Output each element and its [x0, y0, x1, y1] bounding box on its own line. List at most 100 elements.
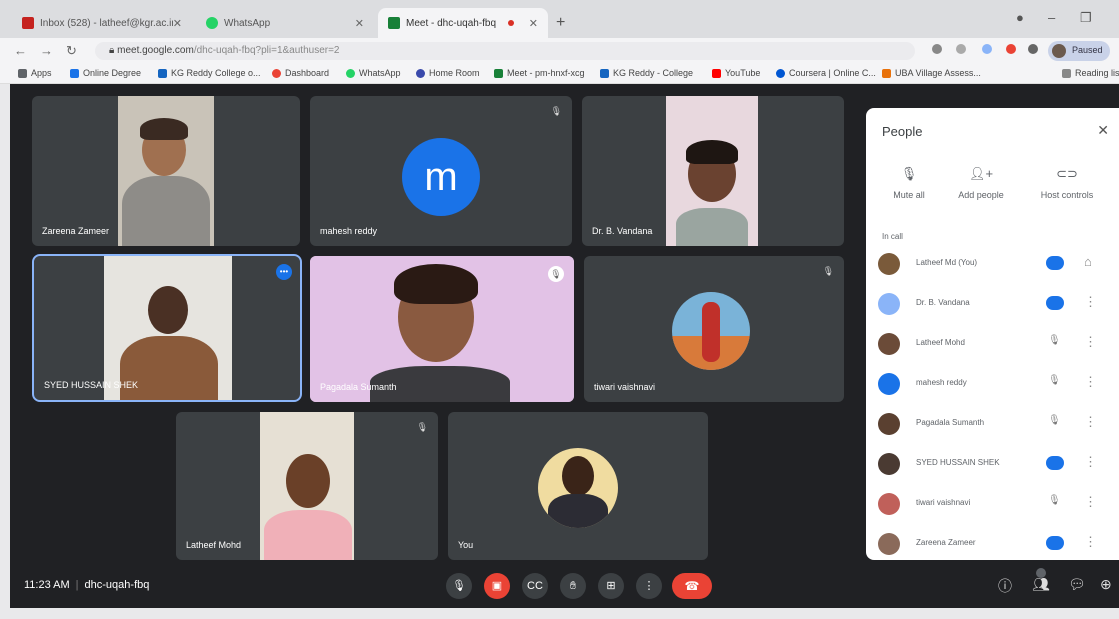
activities-icon[interactable]: ⊕: [1100, 576, 1112, 593]
avatar: [878, 413, 900, 435]
info-icon[interactable]: ⓘ: [998, 576, 1012, 596]
host-controls-icon: ⊂⊃: [1056, 166, 1078, 181]
close-tab-icon[interactable]: ✕: [355, 17, 364, 30]
bookmark-kgr-college[interactable]: KG Reddy College o...: [158, 68, 261, 78]
participant-name: Dr. B. Vandana: [916, 298, 970, 307]
account-dot-icon[interactable]: ●: [1016, 10, 1024, 25]
camera-off-button[interactable]: ▣: [484, 573, 510, 599]
avatar: [538, 448, 618, 528]
bookmark-youtube[interactable]: YouTube: [712, 68, 760, 78]
host-controls-label: Host controls: [1040, 190, 1094, 200]
whatsapp-icon: [206, 17, 218, 29]
host-controls-button[interactable]: ⊂⊃ Host controls: [1032, 166, 1102, 200]
site-icon: [600, 68, 609, 78]
extension-icon[interactable]: [982, 44, 992, 54]
participant-head: [148, 286, 188, 334]
more-options-button[interactable]: ⋮: [636, 573, 662, 599]
restore-icon[interactable]: ❐: [1080, 10, 1092, 26]
reload-icon[interactable]: ↻: [66, 43, 77, 59]
profile-button[interactable]: Paused: [1048, 41, 1110, 61]
more-options-icon[interactable]: ⋮: [1084, 534, 1097, 550]
participant-name: mahesh reddy: [320, 226, 378, 236]
leave-call-button[interactable]: ☎︎: [672, 573, 712, 599]
bookmark-label: Online Degree: [83, 68, 142, 78]
minimize-icon[interactable]: –: [1048, 10, 1055, 25]
list-item[interactable]: Dr. B. Vandana ⋮: [878, 289, 1114, 319]
meeting-details[interactable]: 11:23 AM | dhc-uqah-fbq: [24, 579, 149, 591]
captions-button[interactable]: CC: [522, 573, 548, 599]
bookmark-home-room[interactable]: Home Room: [416, 68, 480, 78]
tab-gmail[interactable]: Inbox (528) - latheef@kgr.ac.in ✕: [12, 8, 192, 38]
participant-name: SYED HUSSAIN SHEK: [44, 380, 139, 390]
mute-all-button[interactable]: 🎙︎ Mute all: [874, 166, 944, 200]
more-options-icon[interactable]: ⋮: [1084, 374, 1097, 390]
bookmark-label: KG Reddy - College: [613, 68, 694, 78]
tab-label: Inbox (528) - latheef@kgr.ac.in: [40, 17, 173, 29]
participant-name: tiwari vaishnavi: [916, 498, 971, 507]
list-item[interactable]: mahesh reddy 🎙︎ ⋮: [878, 369, 1114, 399]
more-options-icon[interactable]: ⋮: [1084, 454, 1097, 470]
bookmark-kgr-college-2[interactable]: KG Reddy - College: [600, 68, 693, 78]
list-item[interactable]: Zareena Zameer ⋮: [878, 529, 1114, 559]
bookmark-label: Coursera | Online C...: [789, 68, 876, 78]
back-icon[interactable]: ←: [14, 43, 27, 58]
bookmark-dashboard[interactable]: Dashboard: [272, 68, 329, 78]
new-tab-button[interactable]: +: [556, 14, 565, 32]
opera-extension-icon[interactable]: [1006, 44, 1016, 54]
chat-icon[interactable]: 💬︎: [1068, 576, 1086, 593]
present-screen-button[interactable]: ⊞: [598, 573, 624, 599]
participant-tile[interactable]: Zareena Zameer: [32, 96, 300, 246]
avatar: [1052, 44, 1066, 58]
speaking-indicator-icon: •••: [276, 264, 292, 280]
bookmark-whatsapp[interactable]: WhatsApp: [346, 68, 401, 78]
url-field[interactable]: 🔒︎ meet.google.com/dhc-uqah-fbq?pli=1&au…: [95, 42, 915, 60]
add-people-button[interactable]: 👤︎+ Add people: [946, 166, 1016, 200]
pin-icon[interactable]: ⌂: [1084, 254, 1092, 269]
camera-extension-icon[interactable]: [932, 44, 942, 54]
list-item[interactable]: SYED HUSSAIN SHEK ⋮: [878, 449, 1114, 479]
lock-icon: 🔒︎: [109, 45, 118, 56]
tab-meet[interactable]: Meet - dhc-uqah-fbq ✕: [378, 8, 548, 38]
microphone-button[interactable]: 🎙︎: [446, 573, 472, 599]
participant-tile[interactable]: 🎙︎ tiwari vaishnavi: [584, 256, 844, 402]
bookmark-meet[interactable]: Meet - pm-hnxf-xcg: [494, 68, 585, 78]
mic-icon: 🎙︎: [452, 580, 466, 592]
participant-tile[interactable]: Dr. B. Vandana: [582, 96, 844, 246]
list-item[interactable]: tiwari vaishnavi 🎙︎ ⋮: [878, 489, 1114, 519]
participant-tile-self[interactable]: You: [448, 412, 708, 560]
tab-whatsapp[interactable]: WhatsApp ✕: [196, 8, 374, 38]
meeting-time: 11:23 AM: [24, 579, 70, 591]
list-item[interactable]: Pagadala Sumanth 🎙︎ ⋮: [878, 409, 1114, 439]
mic-off-icon: 🎙︎: [550, 106, 562, 116]
more-options-icon[interactable]: ⋮: [1084, 294, 1097, 310]
bookmark-online-degree[interactable]: Online Degree: [70, 68, 141, 78]
more-options-icon[interactable]: ⋮: [1084, 414, 1097, 430]
list-item[interactable]: Latheef Mohd 🎙︎ ⋮: [878, 329, 1114, 359]
close-icon[interactable]: ✕: [1097, 122, 1109, 139]
close-tab-icon[interactable]: ✕: [173, 17, 182, 30]
participant-tile[interactable]: 🎙︎ Latheef Mohd: [176, 412, 438, 560]
bookmark-uba[interactable]: UBA Village Assess...: [882, 68, 981, 78]
list-item[interactable]: Latheef Md (You) ⌂: [878, 249, 1114, 279]
site-icon: [158, 68, 167, 78]
more-options-icon: ⋮: [643, 580, 655, 592]
participant-tile[interactable]: 🎙︎ Pagadala Sumanth: [310, 256, 574, 402]
participant-tile[interactable]: ••• SYED HUSSAIN SHEK: [32, 254, 302, 402]
raise-hand-button[interactable]: ✋︎: [560, 573, 586, 599]
more-options-icon[interactable]: ⋮: [1084, 334, 1097, 350]
bookmark-coursera[interactable]: Coursera | Online C...: [776, 68, 876, 78]
bookmark-reading-list[interactable]: Reading list: [1062, 68, 1119, 78]
gmail-icon: [22, 17, 34, 29]
bookmark-apps[interactable]: Apps: [18, 68, 52, 78]
forward-icon[interactable]: →: [40, 43, 53, 58]
site-icon: [272, 68, 281, 78]
participant-tile[interactable]: m 🎙︎ mahesh reddy: [310, 96, 572, 246]
mute-all-label: Mute all: [893, 190, 925, 200]
more-options-icon[interactable]: ⋮: [1084, 494, 1097, 510]
speaking-indicator-icon: [1046, 256, 1064, 270]
people-icon[interactable]: 👥︎: [1032, 576, 1050, 593]
bookmark-star-icon[interactable]: [956, 44, 966, 54]
close-tab-icon[interactable]: ✕: [529, 17, 538, 30]
mic-off-icon: 🎙︎: [1048, 335, 1061, 346]
puzzle-icon[interactable]: [1028, 44, 1038, 54]
